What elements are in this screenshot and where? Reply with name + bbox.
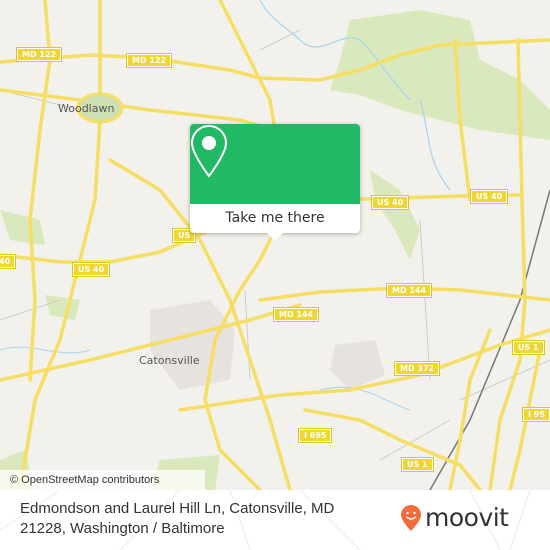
route-shield-i695: I 695 — [297, 428, 333, 443]
route-shield-md372: MD 372 — [393, 361, 441, 376]
map-tiles — [0, 0, 550, 490]
route-shield-us40: US 40 — [370, 195, 410, 210]
moovit-wordmark: moovit — [425, 503, 509, 532]
map[interactable]: MD 122 MD 122 40 US 40 US US 40 US 40 MD… — [0, 0, 550, 490]
park-area — [0, 210, 45, 245]
park-area — [370, 170, 420, 260]
location-address: Edmondson and Laurel Hill Ln, Catonsvill… — [20, 500, 335, 537]
take-me-there-label: Take me there — [225, 210, 325, 226]
park-area — [45, 295, 80, 320]
railway — [429, 189, 550, 490]
map-attribution[interactable]: © OpenStreetMap contributors — [0, 470, 205, 490]
route-shield-us40: US 40 — [469, 189, 509, 204]
route-shield-md122: MD 122 — [15, 47, 63, 62]
park-area — [330, 10, 550, 140]
place-label-catonsville: Catonsville — [139, 354, 200, 367]
popup-header — [190, 124, 360, 204]
place-label-woodlawn: Woodlawn — [58, 102, 115, 115]
route-shield-md122: MD 122 — [125, 53, 173, 68]
stream — [0, 346, 91, 354]
take-me-there-button[interactable]: Take me there — [190, 124, 360, 241]
route-shield-md144: MD 144 — [385, 283, 433, 298]
moovit-logo[interactable]: moovit — [400, 503, 509, 532]
route-shield-i95: I 95 — [522, 407, 550, 422]
urban-area — [150, 300, 235, 390]
route-shield-us40: 40 — [0, 254, 17, 269]
route-shield-us1: US 1 — [512, 340, 545, 355]
route-shield-md144: MD 144 — [272, 307, 320, 322]
route-shield-us40: US 40 — [71, 262, 111, 277]
route-shield-us1: US 1 — [401, 457, 434, 472]
location-pin-icon — [190, 124, 228, 178]
popup-pointer — [267, 233, 283, 241]
moovit-pin-icon — [401, 504, 421, 531]
